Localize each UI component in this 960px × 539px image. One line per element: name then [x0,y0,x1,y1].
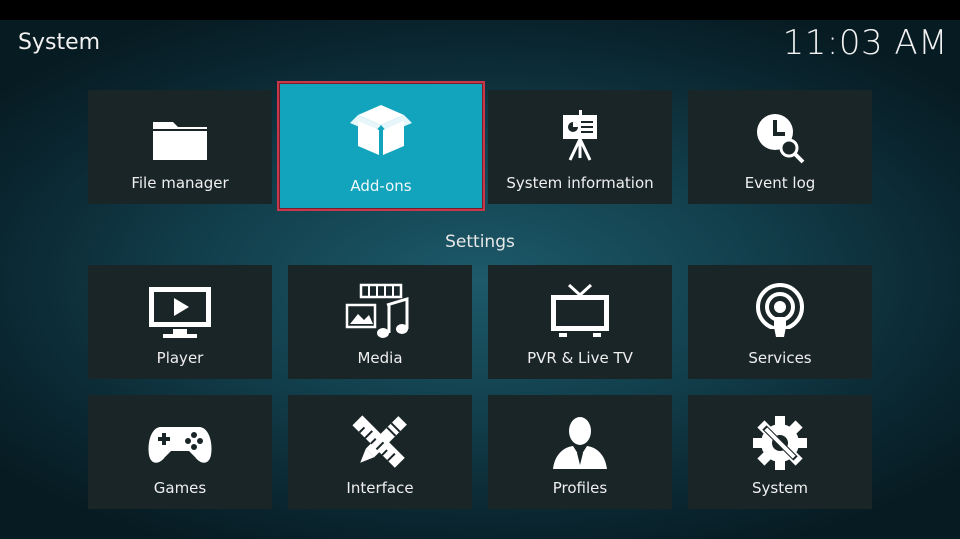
tile-label: System information [506,174,654,192]
tile-label: Services [748,349,812,367]
tile-label: PVR & Live TV [527,349,633,367]
clock: 11:03 AM [782,23,948,63]
tile-label: Media [357,349,403,367]
profile-icon [545,413,615,473]
box-icon [346,99,416,159]
tile-label: Event log [744,174,816,192]
services-icon [745,283,815,343]
tile-interface[interactable]: Interface [288,395,472,509]
folder-icon [145,108,215,168]
tile-label: System [752,479,808,497]
clock-search-icon [745,108,815,168]
presentation-icon [545,108,615,168]
tile-label: Profiles [552,479,608,497]
tile-label: Player [156,349,204,367]
tile-media[interactable]: Media [288,265,472,379]
tile-pvr-live-tv[interactable]: PVR & Live TV [488,265,672,379]
tile-profiles[interactable]: Profiles [488,395,672,509]
tile-label: File manager [131,174,229,192]
tile-system-information[interactable]: System information [488,90,672,204]
tile-games[interactable]: Games [88,395,272,509]
page-title: System [18,30,101,55]
gear-wrench-icon [745,413,815,473]
tv-icon [545,283,615,343]
gamepad-icon [145,413,215,473]
player-icon [145,283,215,343]
tile-services[interactable]: Services [688,265,872,379]
tile-event-log[interactable]: Event log [688,90,872,204]
tile-label: Interface [346,479,414,497]
top-black-bar [0,0,960,20]
tile-add-ons[interactable]: Add-ons [277,81,485,211]
tile-player[interactable]: Player [88,265,272,379]
media-icon [345,283,415,343]
settings-heading: Settings [445,232,515,252]
interface-icon [345,413,415,473]
tile-file-manager[interactable]: File manager [88,90,272,204]
tile-label: Games [153,479,207,497]
tile-label: Add-ons [350,177,412,195]
tile-system[interactable]: System [688,395,872,509]
